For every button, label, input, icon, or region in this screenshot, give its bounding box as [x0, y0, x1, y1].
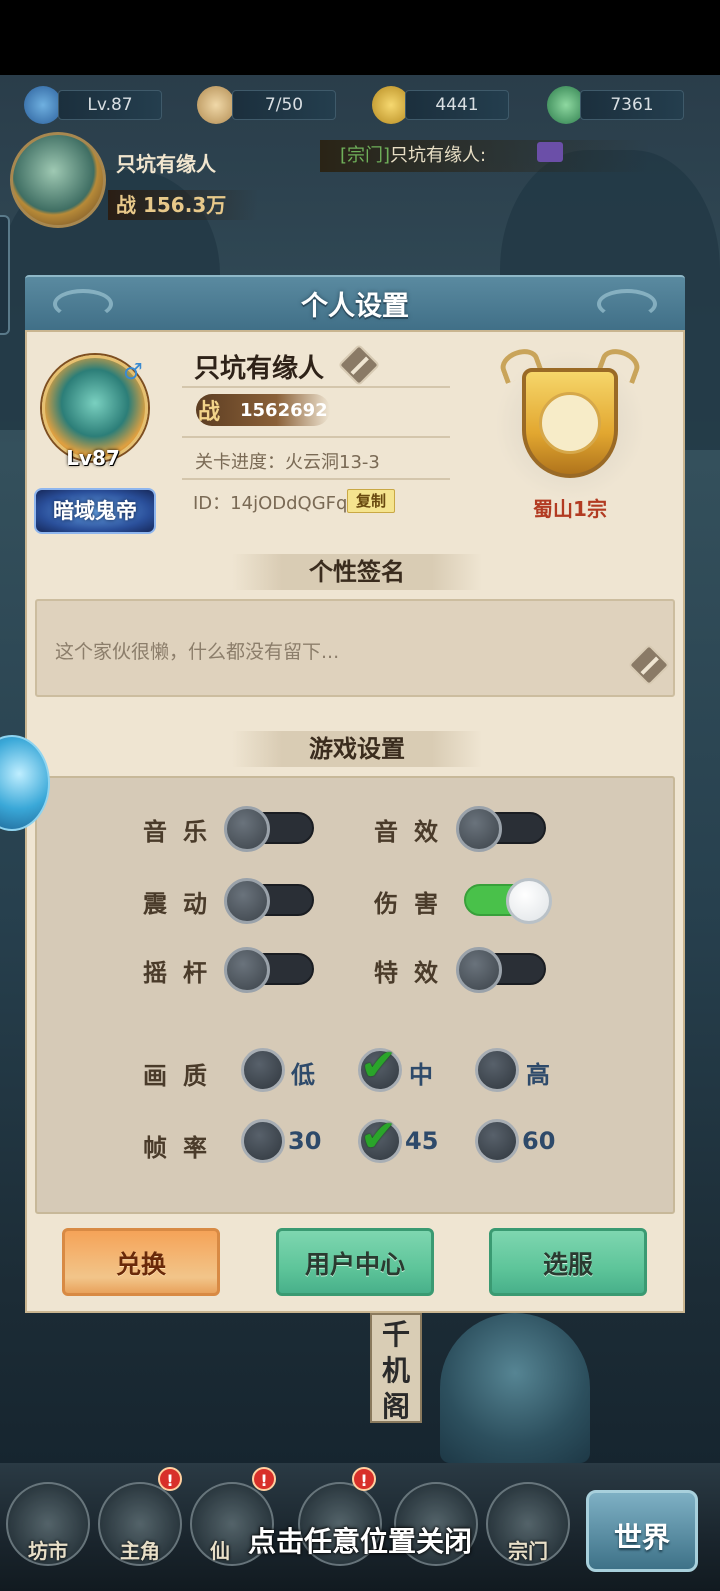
toggle-knob: [224, 878, 270, 924]
vibration-toggle[interactable]: [224, 878, 314, 924]
power-value: 156.3万: [142, 193, 227, 217]
quality-low-label: 低: [291, 1061, 315, 1089]
status-bar: [0, 0, 720, 75]
joystick-label: 摇杆: [143, 959, 223, 987]
notification-badge: !: [158, 1467, 182, 1491]
stage-progress: 关卡进度：火云洞13-3: [195, 452, 380, 473]
quality-high-label: 高: [526, 1061, 550, 1089]
divider: [182, 436, 450, 438]
close-hint: 点击任意位置关闭: [247, 1525, 472, 1558]
chat-speaker: 只坑有缘人:: [390, 145, 487, 166]
effects-toggle[interactable]: [456, 947, 546, 993]
profile-name: 只坑有缘人: [194, 354, 325, 384]
vibration-label: 震动: [143, 890, 223, 918]
panel-title: 个人设置: [301, 291, 409, 322]
notification-badge: !: [352, 1467, 376, 1491]
toggle-knob: [456, 806, 502, 852]
fps-30-radio[interactable]: [241, 1119, 285, 1163]
toggle-knob: [456, 947, 502, 993]
fps-30-label: 30: [288, 1127, 322, 1155]
stamina-bun-icon: [197, 86, 235, 124]
toggle-knob: [506, 878, 552, 924]
server-select-button[interactable]: 选服: [489, 1228, 647, 1296]
player-name: 只坑有缘人: [116, 152, 216, 176]
user-center-button[interactable]: 用户中心: [276, 1228, 434, 1296]
copy-id-button[interactable]: 复制: [347, 489, 395, 513]
male-gender-icon: ♂: [123, 360, 143, 385]
divider: [182, 478, 450, 480]
stamina-display[interactable]: 7/50: [232, 90, 336, 120]
level-icon: [24, 86, 62, 124]
power-label: 战: [198, 400, 221, 425]
title-badge[interactable]: 暗域鬼帝: [34, 488, 156, 534]
power-value: 1562692: [240, 400, 328, 421]
music-label: 音乐: [143, 818, 223, 846]
damage-label: 伤害: [374, 890, 454, 918]
quality-label: 画质: [143, 1062, 223, 1090]
chat-emoji-icon: [537, 142, 563, 162]
checkmark-icon: ✔: [360, 1111, 397, 1162]
chat-channel: [宗门]: [340, 145, 391, 166]
game-settings-header: 游戏设置: [232, 731, 482, 767]
joystick-toggle[interactable]: [224, 947, 314, 993]
toggle-knob: [224, 806, 270, 852]
chat-bar[interactable]: [宗门]只坑有缘人:: [320, 140, 650, 172]
effects-label: 特效: [374, 959, 454, 987]
jade-display[interactable]: 7361: [580, 90, 684, 120]
profile-level: Lv87: [66, 446, 120, 470]
level-display: Lv.87: [58, 90, 162, 120]
feather-icon: [539, 392, 601, 454]
music-toggle[interactable]: [224, 806, 314, 852]
quality-medium-label: 中: [409, 1061, 433, 1089]
signature-text: 这个家伙很懒，什么都没有留下...: [55, 641, 340, 663]
fps-45-label: 45: [405, 1127, 439, 1155]
game-settings-box: [35, 776, 675, 1214]
player-avatar[interactable]: [10, 132, 106, 228]
redeem-button[interactable]: 兑换: [62, 1228, 220, 1296]
sound-effects-toggle[interactable]: [456, 806, 546, 852]
divider: [182, 386, 450, 388]
sect-name: 蜀山1宗: [533, 497, 607, 521]
fps-60-label: 60: [522, 1127, 556, 1155]
quality-high-radio[interactable]: [475, 1048, 519, 1092]
notification-badge: !: [252, 1467, 276, 1491]
user-id: ID：14jODdQGFq: [193, 493, 348, 514]
damage-toggle[interactable]: [464, 878, 552, 924]
sound-effects-label: 音效: [374, 818, 454, 846]
toggle-knob: [224, 947, 270, 993]
quality-low-radio[interactable]: [241, 1048, 285, 1092]
framerate-label: 帧率: [143, 1134, 223, 1162]
pavilion-building[interactable]: [440, 1313, 590, 1463]
pavilion-sign[interactable]: 千机阁: [370, 1313, 422, 1423]
side-tab[interactable]: [0, 215, 10, 335]
signature-header: 个性签名: [232, 554, 482, 590]
checkmark-icon: ✔: [360, 1040, 397, 1091]
power-label: 战: [116, 193, 136, 217]
player-power: 战 156.3万: [108, 190, 258, 220]
coin-display[interactable]: 4441: [405, 90, 509, 120]
fps-60-radio[interactable]: [475, 1119, 519, 1163]
